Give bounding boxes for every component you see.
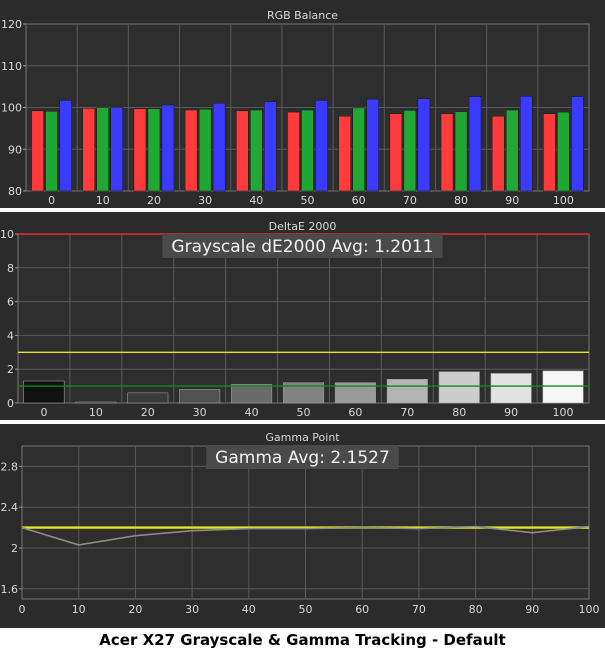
x-tick-label: 40 (242, 603, 256, 616)
blue-bar (417, 98, 431, 192)
red-bar (491, 116, 505, 192)
y-tick-label: 2 (7, 363, 14, 376)
x-tick-label: 70 (412, 603, 426, 616)
blue-bar (212, 103, 226, 192)
x-tick-label: 40 (245, 406, 259, 419)
x-tick-label: 60 (348, 406, 362, 419)
red-bar (184, 109, 198, 192)
x-tick-label: 20 (128, 603, 142, 616)
red-bar (31, 110, 44, 192)
y-tick-label: 80 (8, 185, 22, 198)
y-tick-label: 8 (7, 262, 14, 275)
delta-e-bar (75, 401, 117, 404)
x-tick-label: 40 (249, 194, 263, 207)
green-bar (96, 107, 110, 192)
y-tick-label: 2 (11, 542, 18, 555)
x-tick-label: 70 (400, 406, 414, 419)
x-tick-label: 60 (355, 603, 369, 616)
red-bar (236, 110, 249, 192)
callout-text: Gamma Avg: 2.1527 (215, 448, 390, 468)
delta-e-bar (231, 384, 273, 404)
y-tick-label: 100 (1, 102, 22, 115)
x-tick-label: 0 (19, 603, 26, 616)
delta-e-bar (438, 371, 480, 404)
x-tick-label: 50 (297, 406, 311, 419)
y-tick-label: 120 (1, 18, 22, 31)
x-tick-label: 80 (454, 194, 468, 207)
x-tick-label: 70 (403, 194, 417, 207)
red-bar (338, 116, 351, 192)
green-bar (403, 110, 417, 192)
figure-caption: Acer X27 Grayscale & Gamma Tracking - De… (99, 631, 506, 649)
x-tick-label: 100 (579, 603, 600, 616)
x-tick-label: 10 (72, 603, 86, 616)
green-bar (198, 108, 212, 192)
x-tick-label: 100 (553, 194, 574, 207)
chart-title: DeltaE 2000 (269, 220, 337, 233)
x-tick-label: 30 (198, 194, 212, 207)
red-bar (440, 113, 454, 192)
green-bar (454, 111, 468, 192)
blue-bar (161, 104, 175, 192)
y-tick-label: 2.8 (1, 460, 19, 473)
x-tick-label: 60 (352, 194, 366, 207)
x-tick-label: 80 (452, 406, 466, 419)
y-tick-label: 4 (7, 329, 14, 342)
y-tick-label: 90 (8, 143, 22, 156)
delta-e-bar (490, 373, 532, 404)
x-tick-label: 0 (40, 406, 47, 419)
red-bar (543, 113, 556, 192)
green-bar (505, 109, 519, 192)
y-tick-label: 10 (0, 228, 14, 241)
x-tick-label: 30 (193, 406, 207, 419)
red-bar (287, 111, 300, 192)
x-tick-label: 100 (553, 406, 574, 419)
delta-e-bar (23, 380, 65, 404)
green-bar (301, 109, 314, 192)
green-bar (45, 111, 58, 192)
green-bar (557, 111, 570, 192)
blue-bar (366, 98, 379, 192)
x-tick-label: 10 (96, 194, 110, 207)
x-tick-label: 20 (141, 406, 155, 419)
blue-bar (571, 96, 584, 192)
charts-canvas: RGB Balance80901001101200 10 20 30 40 50 60 70 8… (0, 0, 605, 628)
x-tick-label: 50 (299, 603, 313, 616)
x-tick-label: 20 (147, 194, 161, 207)
red-bar (133, 108, 147, 192)
y-tick-label: 110 (1, 60, 22, 73)
chart-title: Gamma Point (265, 431, 340, 444)
delta-e-bar (386, 379, 428, 404)
blue-bar (315, 100, 328, 192)
chart-title: RGB Balance (267, 9, 338, 22)
x-tick-label: 90 (505, 194, 519, 207)
x-tick-label: 30 (185, 603, 199, 616)
y-tick-label: 6 (7, 296, 14, 309)
delta-e-bar (127, 392, 169, 404)
x-tick-label: 50 (301, 194, 315, 207)
delta-e-bar (179, 389, 221, 404)
blue-bar (519, 95, 533, 192)
blue-bar (264, 101, 277, 192)
red-bar (82, 108, 96, 192)
blue-bar (59, 100, 72, 192)
x-tick-label: 90 (504, 406, 518, 419)
y-tick-label: 0 (7, 397, 14, 410)
green-bar (250, 109, 263, 192)
y-tick-label: 2.4 (1, 501, 19, 514)
blue-bar (110, 107, 124, 192)
blue-bar (468, 96, 482, 192)
x-tick-label: 10 (89, 406, 103, 419)
green-bar (147, 108, 161, 192)
callout-text: Grayscale dE2000 Avg: 1.2011 (171, 237, 433, 257)
y-tick-label: 1.6 (1, 583, 19, 596)
x-tick-label: 90 (525, 603, 539, 616)
delta-e-bar (542, 370, 584, 404)
red-bar (389, 113, 403, 192)
x-tick-label: 80 (469, 603, 483, 616)
green-bar (352, 107, 365, 192)
x-tick-label: 0 (48, 194, 55, 207)
